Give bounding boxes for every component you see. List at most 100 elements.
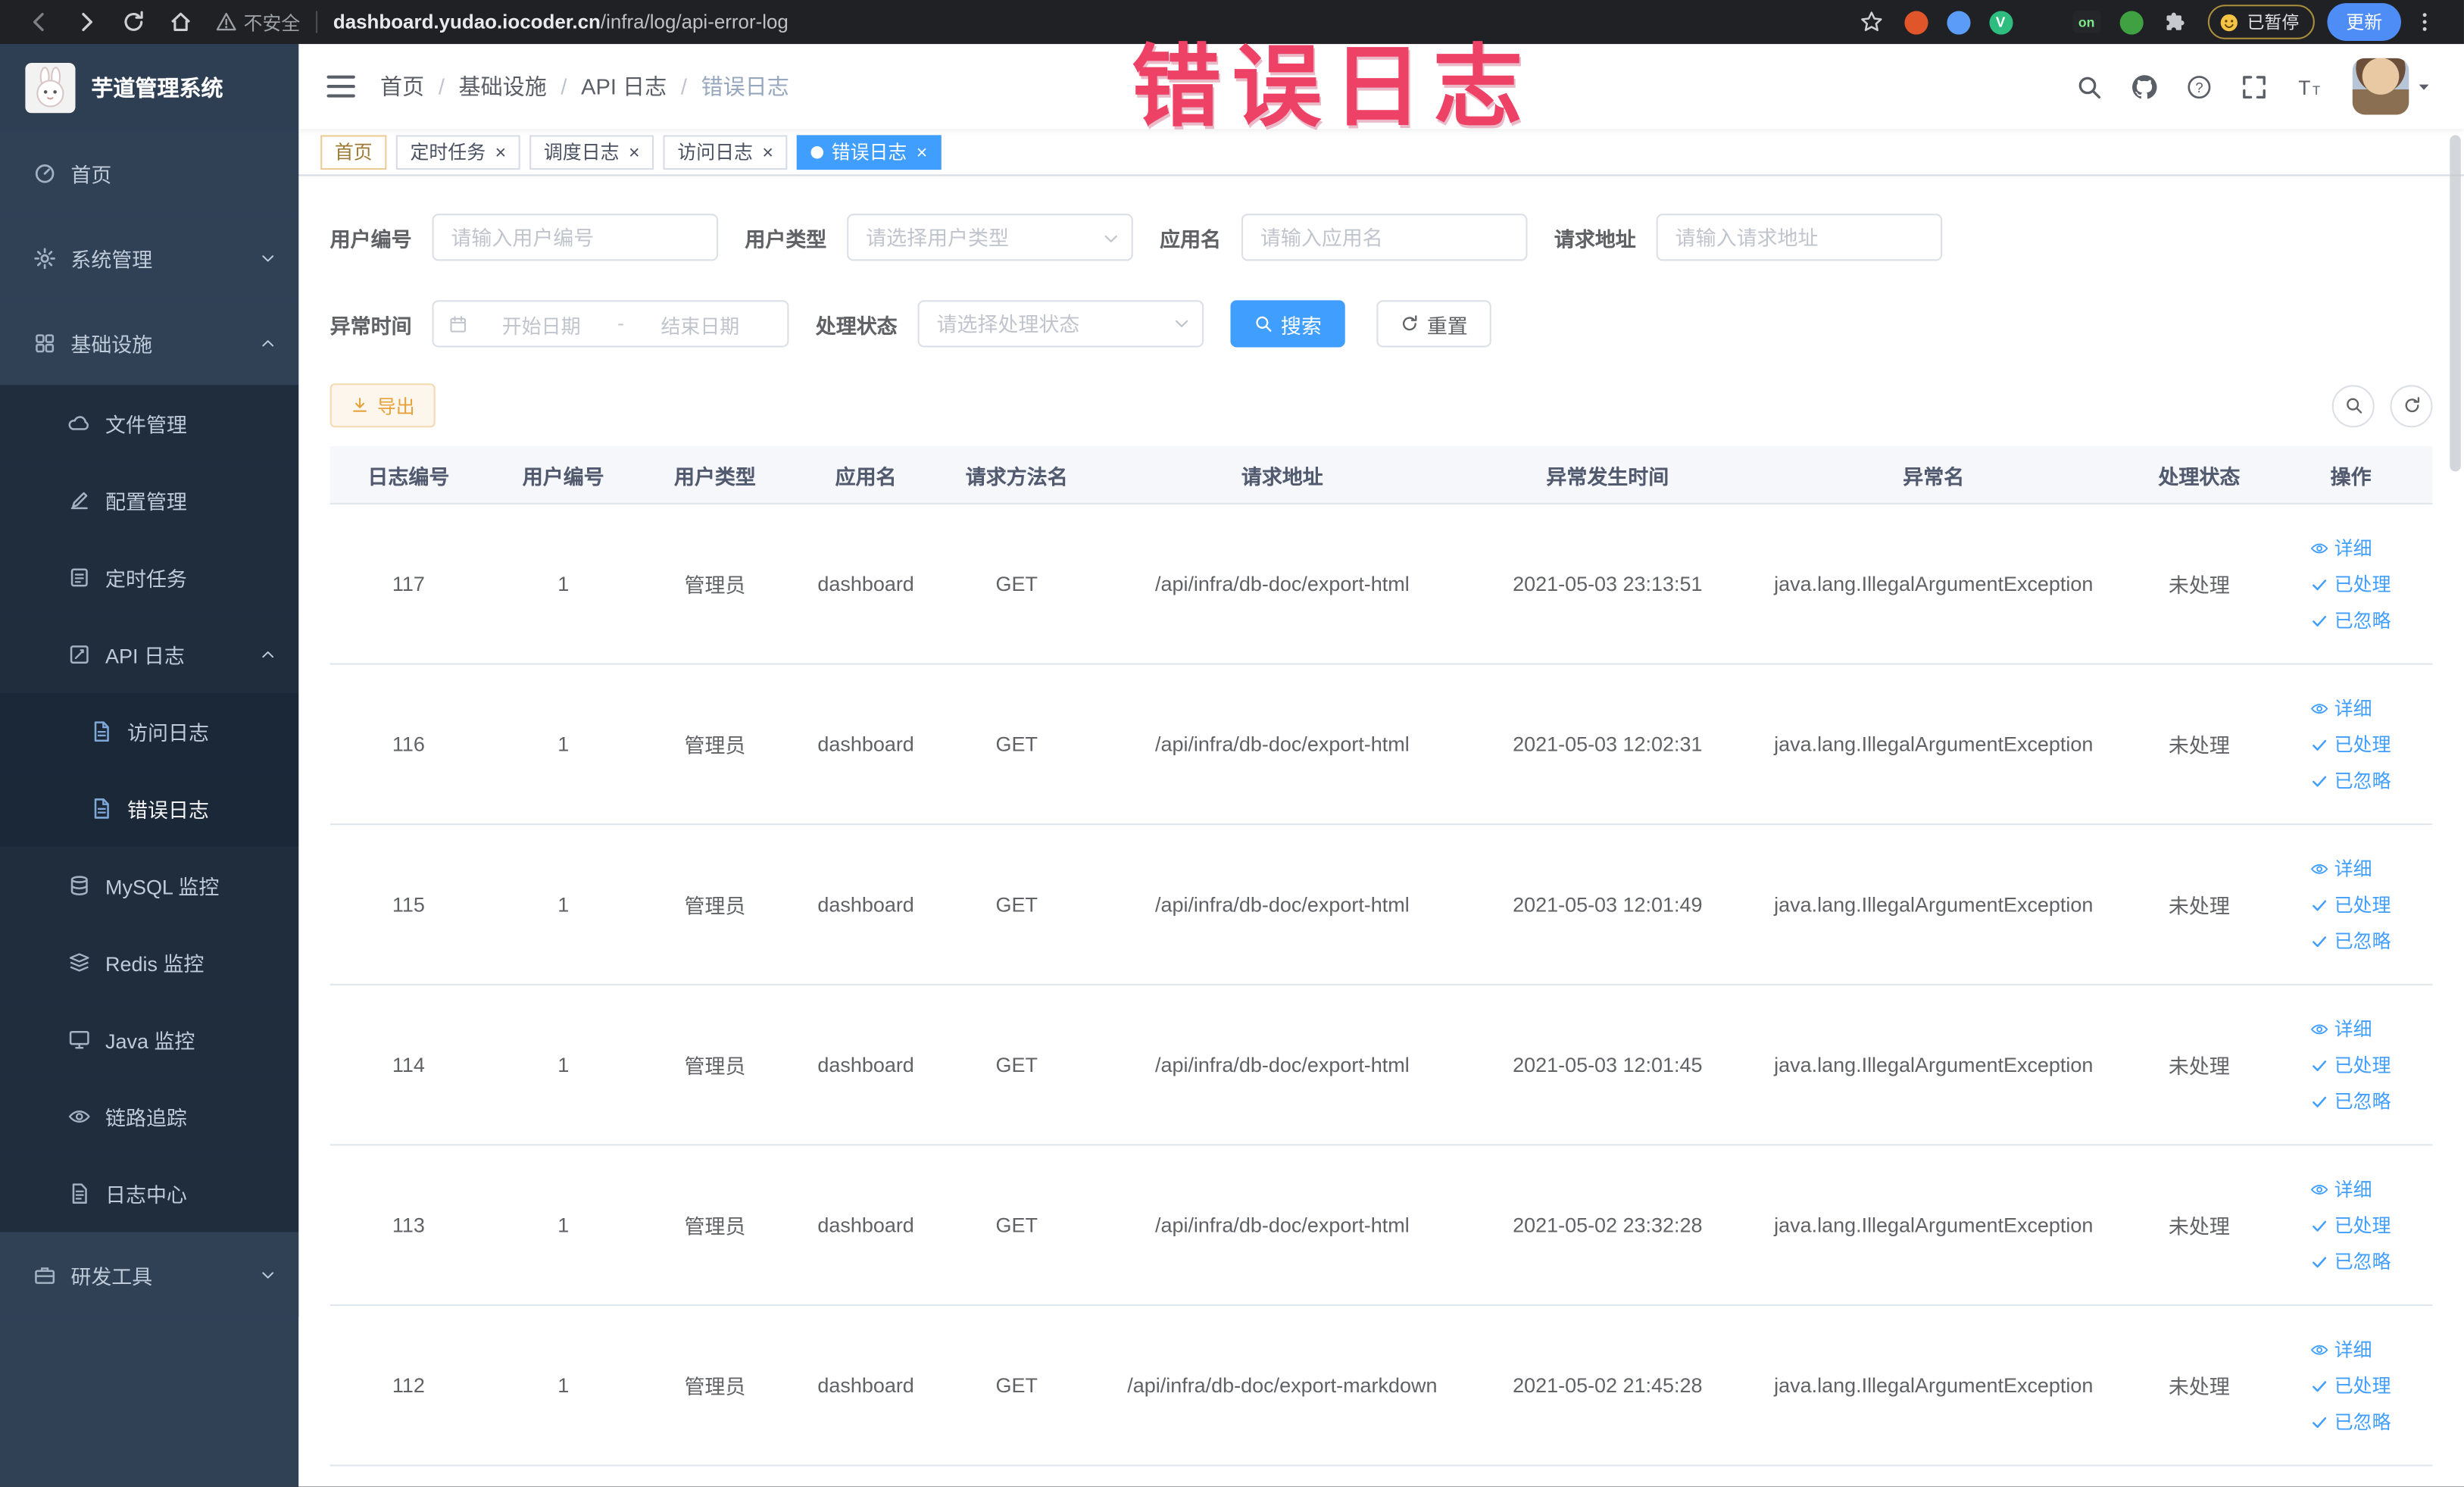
ignored-link[interactable]: 已忽略 (2311, 1408, 2391, 1435)
browser-forward-icon[interactable] (74, 9, 99, 34)
sidebar-item[interactable]: 配置管理 (0, 461, 299, 539)
tab-close-icon[interactable]: × (495, 142, 507, 161)
detail-link[interactable]: 详细 (2311, 855, 2372, 882)
export-button[interactable]: 导出 (329, 383, 436, 428)
detail-link[interactable]: 详细 (2311, 695, 2372, 721)
processed-link[interactable]: 已处理 (2311, 891, 2391, 917)
processed-link[interactable]: 已处理 (2311, 570, 2391, 597)
sidebar-item[interactable]: 研发工具 (0, 1232, 299, 1317)
processed-link[interactable]: 已处理 (2311, 1051, 2391, 1078)
sidebar-item[interactable]: 首页 (0, 130, 299, 216)
blue-drop-extension-icon[interactable] (1946, 10, 1970, 34)
cell-actions: 详细 已处理 已忽略 (2274, 505, 2428, 664)
sidebar-item[interactable]: Java 监控 (0, 1001, 299, 1079)
security-warning-icon[interactable] (215, 11, 237, 33)
tab-active[interactable]: 错误日志 × (797, 134, 942, 170)
app-name-input[interactable] (1243, 225, 1526, 249)
magnifier-icon (2344, 396, 2363, 415)
cell-user_type: 管理员 (684, 1375, 746, 1399)
breadcrumb-item[interactable]: 首页 (380, 70, 424, 102)
detail-link[interactable]: 详细 (2311, 1335, 2372, 1362)
process-status-input[interactable] (919, 311, 1203, 336)
browser-reload-icon[interactable] (121, 9, 146, 34)
browser-home-icon[interactable] (168, 9, 193, 34)
user-id-input[interactable] (433, 225, 717, 249)
search-icon[interactable] (2076, 73, 2103, 99)
tab-close-icon[interactable]: × (762, 142, 773, 161)
scrollbar-thumb[interactable] (2450, 135, 2461, 472)
toggle-search-button[interactable] (2331, 384, 2375, 427)
user-id-group: 用户编号 (330, 214, 719, 261)
tab-close-icon[interactable]: × (629, 142, 640, 161)
browser-update-button[interactable]: 更新 (2327, 3, 2401, 41)
sidebar-item[interactable]: 文件管理 (0, 385, 299, 462)
refresh-table-button[interactable] (2390, 384, 2433, 427)
check-icon (2311, 1055, 2330, 1074)
sidebar-item[interactable]: 基础设施 (0, 300, 299, 386)
app-logo[interactable]: 芋道管理系统 (0, 44, 299, 131)
tab-item[interactable]: 首页 (320, 134, 387, 170)
search-button[interactable]: 搜索 (1230, 300, 1345, 348)
vue-devtools-extension-icon[interactable]: V (1988, 10, 2013, 34)
sidebar-item[interactable]: MySQL 监控 (0, 847, 299, 924)
hamburger-icon[interactable] (326, 75, 355, 98)
help-icon[interactable]: ? (2186, 73, 2213, 99)
browser-back-icon[interactable] (27, 9, 52, 34)
user-type-select[interactable] (847, 214, 1133, 261)
table-row: 113 1 管理员 dashboard GET/api/infra/db-doc/exp… (329, 1145, 2433, 1306)
detail-link[interactable]: 详细 (2311, 534, 2372, 561)
cell-user_type: 管理员 (684, 573, 746, 598)
detail-link[interactable]: 详细 (2311, 1176, 2372, 1202)
cell-exception: java.lang.IllegalArgumentException (1774, 572, 2094, 596)
ignored-link[interactable]: 已忽略 (2311, 927, 2391, 954)
browser-menu-icon[interactable] (2412, 9, 2437, 34)
sidebar-item[interactable]: 日志中心 (0, 1154, 299, 1232)
column-header: 用户编号 (522, 464, 604, 489)
processed-link[interactable]: 已处理 (2311, 731, 2391, 758)
app-name-input[interactable] (1241, 214, 1528, 261)
ignored-link[interactable]: 已忽略 (2311, 1088, 2391, 1114)
processed-link[interactable]: 已处理 (2311, 1372, 2391, 1398)
reset-button[interactable]: 重置 (1376, 300, 1491, 348)
processed-link[interactable]: 已处理 (2311, 1212, 2391, 1239)
avatar[interactable] (2352, 58, 2409, 115)
paused-badge[interactable]: 已暂停 (2207, 5, 2315, 39)
sidebar-item[interactable]: 链路追踪 (0, 1078, 299, 1155)
sidebar-item[interactable]: Redis 监控 (0, 923, 299, 1001)
request-url-input[interactable] (1657, 225, 1941, 249)
switch-badge-extension-icon[interactable]: on (2072, 11, 2101, 33)
avatar-caret-icon[interactable] (2416, 78, 2433, 95)
breadcrumb-item[interactable]: 基础设施 (459, 70, 547, 102)
sidebar-item[interactable]: 访问日志 (0, 692, 299, 770)
date-range-picker[interactable]: 开始日期 - 结束日期 (432, 300, 789, 348)
ignored-link[interactable]: 已忽略 (2311, 1248, 2391, 1274)
puzzle-extensions-icon[interactable] (2163, 10, 2186, 33)
cell-id: 112 (392, 1373, 425, 1398)
user-type-input[interactable] (848, 225, 1132, 249)
request-url-input[interactable] (1656, 214, 1943, 261)
tab-item[interactable]: 定时任务 × (395, 134, 520, 170)
cell-status: 未处理 (2168, 1214, 2230, 1239)
cell-url: /api/infra/db-doc/export-markdown (1127, 1373, 1438, 1398)
font-size-icon[interactable]: TT (2296, 73, 2322, 99)
sidebar-item[interactable]: API 日志 (0, 616, 299, 693)
github-icon[interactable] (2131, 73, 2157, 99)
sidebar-item[interactable]: 错误日志 (0, 770, 299, 848)
tab-item[interactable]: 访问日志 × (663, 134, 788, 170)
tab-item[interactable]: 调度日志 × (529, 134, 654, 170)
fullscreen-icon[interactable] (2241, 73, 2267, 99)
process-status-select[interactable] (917, 300, 1204, 348)
grid-extension-icon[interactable] (2031, 11, 2053, 33)
user-id-input[interactable] (432, 214, 719, 261)
leaf-extension-icon[interactable] (2119, 10, 2144, 34)
adblock-extension-icon[interactable] (1903, 10, 1928, 34)
sidebar-item[interactable]: 系统管理 (0, 215, 299, 301)
ignored-link[interactable]: 已忽略 (2311, 607, 2391, 633)
sidebar-item[interactable]: 定时任务 (0, 539, 299, 617)
ignored-link[interactable]: 已忽略 (2311, 767, 2391, 793)
detail-link[interactable]: 详细 (2311, 1015, 2372, 1042)
bookmark-star-icon[interactable] (1858, 9, 1883, 34)
tab-close-icon[interactable]: × (917, 142, 928, 161)
url-bar[interactable]: dashboard.yudao.iocoder.cn/infra/log/api… (333, 11, 789, 33)
breadcrumb-item[interactable]: API 日志 (581, 70, 667, 102)
